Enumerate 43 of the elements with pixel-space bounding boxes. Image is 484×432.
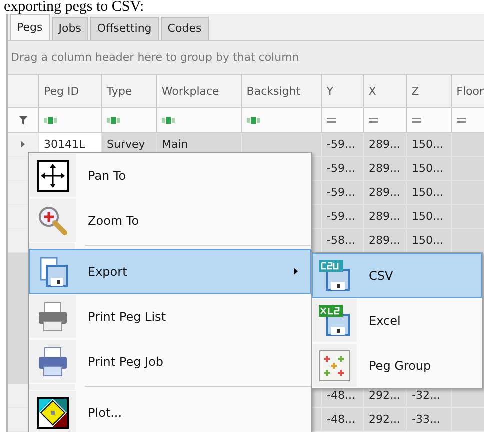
menu-item[interactable]: Plot... xyxy=(29,390,311,432)
printer-icon xyxy=(37,346,69,378)
abc-filter-icon xyxy=(107,116,120,124)
menu-item[interactable]: Export xyxy=(29,249,311,294)
table-cell: 292... xyxy=(364,408,407,432)
row-pointer-icon xyxy=(21,141,25,148)
equals-filter-icon xyxy=(327,118,336,122)
printer-icon xyxy=(37,300,69,332)
scattered-crosses-icon xyxy=(319,350,351,382)
menu-item[interactable]: Zoom To xyxy=(29,198,311,243)
submenu-arrow-icon xyxy=(294,268,298,275)
equals-filter-icon xyxy=(369,118,378,122)
tab[interactable]: Jobs xyxy=(52,17,88,40)
tab[interactable]: Codes xyxy=(160,17,209,40)
equals-filter-icon xyxy=(457,118,466,122)
page-caption: exporting pegs to CSV: xyxy=(3,0,146,14)
xls-floppy-icon xyxy=(319,304,351,336)
column-header[interactable]: Floor xyxy=(452,75,484,107)
abc-filter-icon xyxy=(44,116,57,124)
colored-diamond-icon xyxy=(37,396,69,428)
tab[interactable]: Offsetting xyxy=(90,17,159,40)
zoom-in-icon xyxy=(37,204,69,236)
move-arrows-icon xyxy=(37,160,69,192)
csv-floppy-icon xyxy=(319,260,351,292)
tab[interactable]: Pegs xyxy=(10,14,50,40)
menu-item[interactable]: CSV xyxy=(312,253,482,298)
column-header[interactable]: X xyxy=(364,75,407,107)
filter-icon xyxy=(18,116,28,124)
column-header[interactable]: Backsight xyxy=(242,75,322,107)
menu-item[interactable]: Excel xyxy=(312,298,482,343)
group-panel-hint: Drag a column header here to group by that column xyxy=(11,51,300,64)
equals-filter-icon xyxy=(412,118,421,122)
column-header[interactable]: Workplace xyxy=(156,75,242,107)
table-cell: -48... xyxy=(322,408,364,432)
column-header[interactable]: Y xyxy=(322,75,364,107)
column-header[interactable]: Type xyxy=(102,75,157,107)
column-header[interactable]: Z xyxy=(406,75,452,107)
menu-item[interactable]: Print Peg List xyxy=(29,294,311,339)
column-header[interactable]: Peg ID xyxy=(38,75,102,107)
menu-item[interactable]: Print Peg Job xyxy=(29,339,311,384)
abc-filter-icon xyxy=(162,116,175,124)
table-cell: -33... xyxy=(407,408,452,432)
abc-filter-icon xyxy=(247,116,260,124)
